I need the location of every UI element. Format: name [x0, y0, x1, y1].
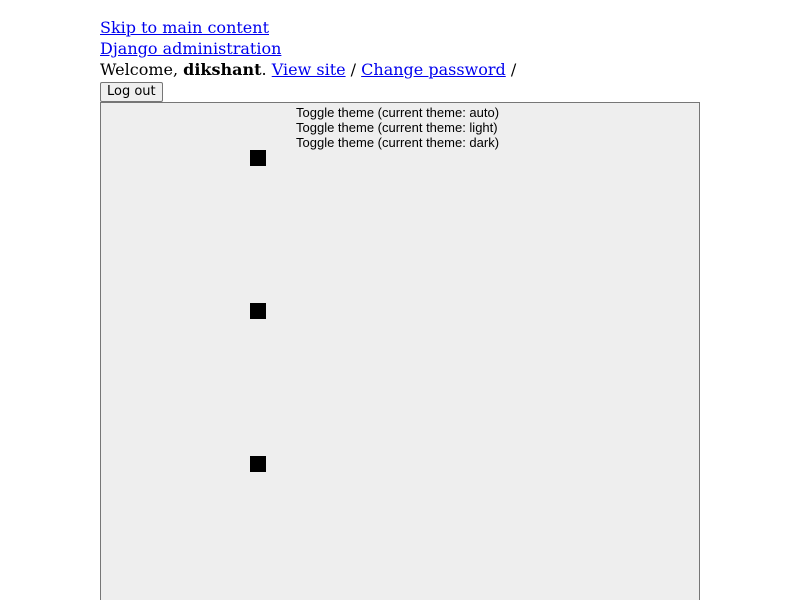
theme-auto-icon — [250, 150, 266, 166]
separator: / — [345, 60, 362, 79]
site-name-link[interactable]: Django administration — [100, 38, 700, 59]
username: dikshant — [183, 60, 262, 79]
skip-to-main-link[interactable]: Skip to main content — [100, 17, 700, 38]
theme-toggle-button[interactable]: Toggle theme (current theme: auto) Toggl… — [100, 102, 700, 600]
change-password-link[interactable]: Change password — [361, 60, 506, 79]
theme-dark-icon — [250, 456, 266, 472]
theme-option-dark[interactable]: Toggle theme (current theme: dark) — [296, 135, 499, 150]
welcome-period: . — [261, 60, 267, 79]
theme-option-light[interactable]: Toggle theme (current theme: light) — [296, 120, 498, 135]
trailing-separator: / — [505, 60, 517, 79]
page-header: Skip to main content Django administrati… — [100, 17, 700, 102]
theme-light-icon — [250, 303, 266, 319]
view-site-link[interactable]: View site — [272, 60, 346, 79]
user-tools: Welcome, dikshant. View site / Change pa… — [100, 59, 700, 80]
logout-button[interactable]: Log out — [100, 82, 163, 102]
welcome-text: Welcome, — [100, 60, 184, 79]
theme-option-auto[interactable]: Toggle theme (current theme: auto) — [296, 105, 499, 120]
